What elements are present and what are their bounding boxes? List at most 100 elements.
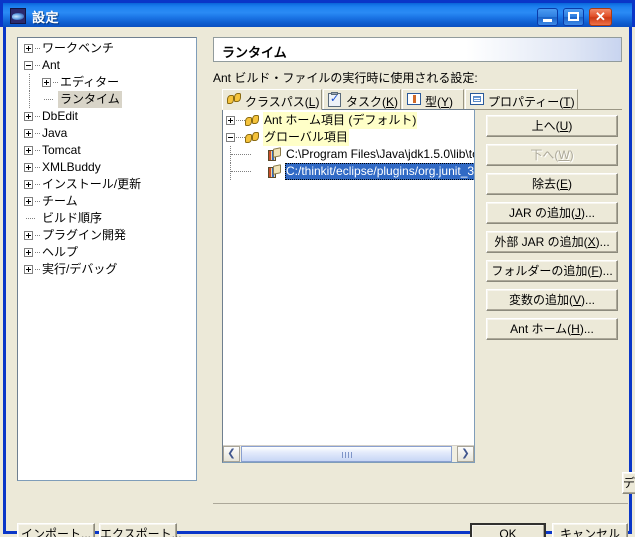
dialog-button-bar: インポート... エクスポート... OK キャンセル <box>6 511 635 537</box>
classpath-horizontal-scrollbar[interactable]: ❮ ❯ <box>223 445 474 462</box>
tree-connector <box>231 154 251 156</box>
classpath-button-5[interactable]: フォルダーの追加(F)... <box>486 260 618 282</box>
classpath-tree[interactable]: Ant ホーム項目 (デフォルト) グローバル項目 C:\Program Files… <box>222 109 475 463</box>
classpath-item[interactable]: Ant ホーム項目 (デフォルト) <box>223 112 474 129</box>
task-checklist-icon <box>328 92 341 107</box>
page-description: Ant ビルド・ファイルの実行時に使用される設定: <box>213 71 478 85</box>
sidebar-item-label: プラグイン開発 <box>42 228 127 242</box>
sidebar-item-label: インストール/更新 <box>42 177 142 191</box>
sidebar-item-label: エディター <box>60 75 120 89</box>
classpath-button-2[interactable]: 除去(E) <box>486 173 618 195</box>
tab-0[interactable]: クラスパス(L) <box>222 89 322 110</box>
properties-icon <box>470 93 484 105</box>
classpath-button-1: 下へ(W) <box>486 144 618 166</box>
tree-connector <box>236 137 245 139</box>
sidebar-item-11[interactable]: プラグイン開発 <box>18 227 196 244</box>
cancel-button[interactable]: キャンセル <box>552 523 628 537</box>
expand-toggle-icon[interactable] <box>24 231 33 240</box>
sidebar-item-12[interactable]: ヘルプ <box>18 244 196 261</box>
eclipse-icon <box>10 8 26 24</box>
sidebar-item-7[interactable]: XMLBuddy <box>18 159 196 176</box>
maximize-button[interactable] <box>563 8 584 26</box>
dialog-client-area: ワークベンチ Ant エディター ランタイム DbEdit Java Tomcat XMLBu… <box>3 27 635 537</box>
minimize-button[interactable] <box>537 8 558 26</box>
tree-connector <box>236 120 245 122</box>
apply-button-row: デフォルトの復元(D) 適用(A) <box>413 472 635 496</box>
type-icon <box>407 93 421 105</box>
classpath-button-3[interactable]: JAR の追加(J)... <box>486 202 618 224</box>
expand-toggle-icon[interactable] <box>24 129 33 138</box>
ok-button[interactable]: OK <box>470 523 546 537</box>
sidebar-item-9[interactable]: チーム <box>18 193 196 210</box>
expand-toggle-icon[interactable] <box>24 146 33 155</box>
classpath-item[interactable]: C:/thinkit/eclipse/plugins/org.junit_3.8… <box>223 163 474 180</box>
sidebar-item-label: ビルド順序 <box>42 211 103 225</box>
tab-strip: クラスパス(L) タスク(K) 型(Y) プロパティー(T) <box>222 89 622 110</box>
preferences-tree[interactable]: ワークベンチ Ant エディターランタイム DbEdit Java Tomcat XMLBu… <box>17 37 197 481</box>
page-title-bar: ランタイム <box>213 37 622 62</box>
tab-3[interactable]: プロパティー(T) <box>465 89 578 110</box>
expand-toggle-icon[interactable] <box>24 180 33 189</box>
classpath-item-label: Ant ホーム項目 (デフォルト) <box>263 112 418 129</box>
expand-toggle-icon[interactable] <box>24 44 33 53</box>
collapse-toggle-icon[interactable] <box>24 61 33 70</box>
classpath-tree-items: Ant ホーム項目 (デフォルト) グローバル項目 C:\Program Files… <box>223 110 474 443</box>
tree-connector <box>26 218 35 220</box>
sidebar-item-label: Ant <box>42 58 61 72</box>
sidebar-item-10[interactable]: ビルド順序 <box>18 210 196 227</box>
sidebar-item-0[interactable]: ワークベンチ <box>18 40 196 57</box>
ant-classpath-icon <box>227 93 243 107</box>
scroll-left-arrow-icon[interactable]: ❮ <box>223 446 240 462</box>
page-title: ランタイム <box>222 45 287 60</box>
scrollbar-thumb[interactable] <box>241 446 452 462</box>
import-button[interactable]: インポート... <box>17 523 95 537</box>
classpath-item[interactable]: C:\Program Files\Java\jdk1.5.0\lib\tool <box>223 146 474 163</box>
sidebar-item-4[interactable]: DbEdit <box>18 108 196 125</box>
title-bar[interactable]: 設定 ✕ <box>0 0 635 27</box>
close-button[interactable]: ✕ <box>589 8 612 26</box>
tree-connector <box>231 171 251 173</box>
tab-1[interactable]: タスク(K) <box>323 89 401 110</box>
tab-label: 型(Y) <box>425 95 454 109</box>
classpath-item[interactable]: グローバル項目 <box>223 129 474 146</box>
collapse-toggle-icon[interactable] <box>226 133 235 142</box>
expand-toggle-icon[interactable] <box>24 265 33 274</box>
expand-toggle-icon[interactable] <box>24 197 33 206</box>
expand-toggle-icon[interactable] <box>226 116 235 125</box>
sidebar-item-label: ランタイム <box>58 91 122 108</box>
restore-defaults-button[interactable]: デフォルトの復元(D) <box>622 472 635 494</box>
export-button[interactable]: エクスポート... <box>99 523 182 537</box>
classpath-button-7[interactable]: Ant ホーム(H)... <box>486 318 618 340</box>
expand-toggle-icon[interactable] <box>42 78 51 87</box>
ant-classpath-icon <box>245 132 260 144</box>
expand-toggle-icon[interactable] <box>24 163 33 172</box>
sidebar-item-8[interactable]: インストール/更新 <box>18 176 196 193</box>
classpath-item-label: C:/thinkit/eclipse/plugins/org.junit_3.8… <box>285 163 474 180</box>
tab-label: クラスパス(L) <box>245 95 320 109</box>
sidebar-item-3[interactable]: ランタイム <box>18 91 196 108</box>
classpath-action-buttons: 上へ(U) 下へ(W) 除去(E) JAR の追加(J)... 外部 JAR の追加(X… <box>486 115 618 347</box>
scroll-right-arrow-icon[interactable]: ❯ <box>457 446 474 462</box>
sidebar-item-label: DbEdit <box>42 109 79 123</box>
expand-toggle-icon[interactable] <box>24 248 33 257</box>
jar-icon <box>267 148 282 162</box>
separator-line <box>213 503 628 504</box>
tree-connector <box>44 99 53 101</box>
sidebar-item-5[interactable]: Java <box>18 125 196 142</box>
classpath-button-4[interactable]: 外部 JAR の追加(X)... <box>486 231 618 253</box>
sidebar-item-2[interactable]: エディター <box>18 74 196 91</box>
ant-classpath-icon <box>245 115 260 127</box>
sidebar-item-label: チーム <box>42 194 78 208</box>
tab-label: プロパティー(T) <box>488 95 575 109</box>
classpath-button-6[interactable]: 変数の追加(V)... <box>486 289 618 311</box>
classpath-tree-viewport: Ant ホーム項目 (デフォルト) グローバル項目 C:\Program Files… <box>223 110 474 443</box>
sidebar-item-13[interactable]: 実行/デバッグ <box>18 261 196 278</box>
sidebar-item-1[interactable]: Ant <box>18 57 196 74</box>
tab-2[interactable]: 型(Y) <box>402 89 464 110</box>
sidebar-item-6[interactable]: Tomcat <box>18 142 196 159</box>
expand-toggle-icon[interactable] <box>24 112 33 121</box>
sidebar-item-label: Java <box>42 126 68 140</box>
sidebar-item-label: 実行/デバッグ <box>42 262 118 276</box>
classpath-button-0[interactable]: 上へ(U) <box>486 115 618 137</box>
classpath-item-label: グローバル項目 <box>263 129 349 146</box>
